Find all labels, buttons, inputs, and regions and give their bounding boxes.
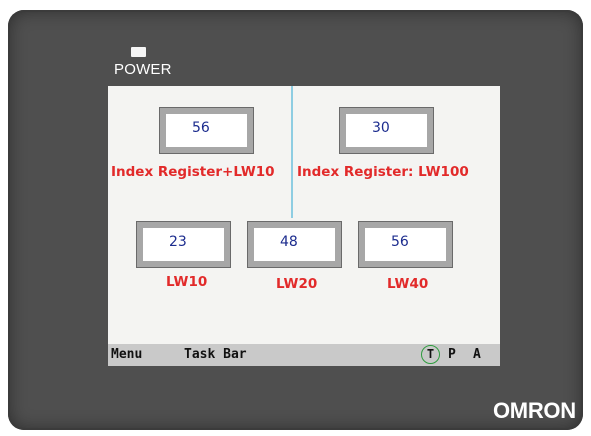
- brand-logo: OMRON: [493, 398, 576, 423]
- register-label: LW40: [387, 276, 429, 292]
- power-led-icon: [131, 47, 146, 57]
- t-status-icon[interactable]: T: [421, 345, 440, 364]
- task-bar-button[interactable]: Task Bar: [184, 347, 247, 362]
- register-value-box[interactable]: 56: [159, 107, 254, 154]
- menu-button[interactable]: Menu: [111, 347, 142, 362]
- register-value-box[interactable]: 23: [136, 221, 231, 268]
- register-value: 56: [391, 234, 409, 250]
- register-label: Index Register+LW10: [111, 164, 275, 180]
- hmi-screen: 56 Index Register+LW10 30 Index Register…: [108, 86, 500, 366]
- p-status-icon[interactable]: P: [448, 347, 456, 362]
- register-value: 23: [169, 234, 187, 250]
- register-value: 56: [192, 120, 210, 136]
- register-value: 48: [280, 234, 298, 250]
- power-label: POWER: [114, 61, 172, 78]
- register-label: LW10: [166, 274, 208, 290]
- register-value: 30: [372, 120, 390, 136]
- register-value-box[interactable]: 48: [247, 221, 342, 268]
- register-value-box[interactable]: 56: [358, 221, 453, 268]
- register-label: LW20: [276, 276, 318, 292]
- register-value-box[interactable]: 30: [339, 107, 434, 154]
- task-bar: Menu Task Bar T P A: [108, 344, 500, 366]
- a-status-icon[interactable]: A: [473, 347, 481, 362]
- register-label: Index Register: LW100: [297, 164, 469, 180]
- vertical-divider: [291, 86, 293, 218]
